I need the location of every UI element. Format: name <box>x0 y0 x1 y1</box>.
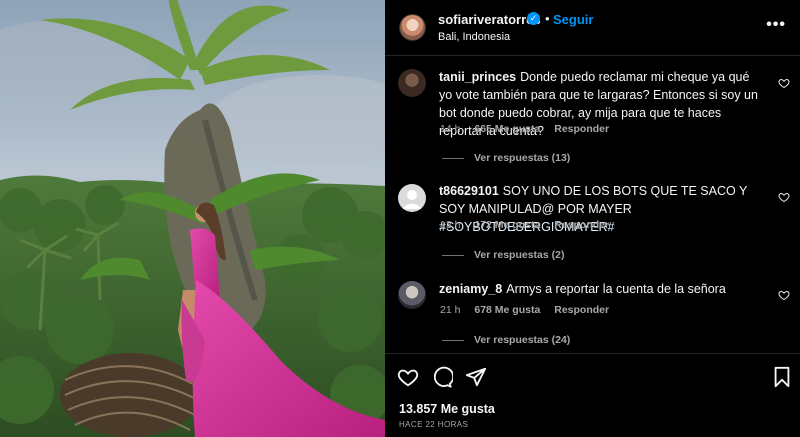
separator-dot: • <box>545 11 550 26</box>
replies-divider <box>442 254 464 256</box>
comment-body: Armys a reportar la cuenta de la señora <box>506 282 726 296</box>
post-actions: 13.857 Me gusta HACE 22 HORAS <box>385 353 800 437</box>
commenter-avatar[interactable] <box>398 184 426 212</box>
comments-list[interactable]: tanii_princes Donde puedo reclamar mi che… <box>385 57 800 352</box>
post-location[interactable]: Bali, Indonesia <box>438 31 510 43</box>
more-options-icon[interactable]: ••• <box>766 16 786 34</box>
commenter-username[interactable]: zeniamy_8 <box>439 282 502 296</box>
replies-divider <box>442 157 464 159</box>
comment-time: 13 h <box>440 219 461 231</box>
comment-meta: 21 h 678 Me gusta Responder <box>440 304 620 316</box>
like-comment-heart-icon[interactable] <box>778 77 790 89</box>
comment-time: 21 h <box>440 304 461 316</box>
comment-text: zeniamy_8 Armys a reportar la cuenta de l… <box>439 280 761 298</box>
post-likes-count[interactable]: 13.857 Me gusta <box>399 402 495 416</box>
reply-button[interactable]: Responder <box>554 123 609 135</box>
comment-meta: 13 h 172 Me gusta Responder <box>440 219 620 231</box>
author-avatar[interactable] <box>399 14 426 41</box>
like-comment-heart-icon[interactable] <box>778 191 790 203</box>
replies-divider <box>442 339 464 341</box>
view-replies-button[interactable]: Ver respuestas (24) <box>442 334 570 346</box>
post-image <box>0 0 385 437</box>
comment-time: 14 h <box>440 123 461 135</box>
comment-likes[interactable]: 678 Me gusta <box>474 304 540 316</box>
author-username[interactable]: sofiariveratorres <box>438 12 541 27</box>
verified-icon: ✓ <box>527 12 540 25</box>
comment-meta: 14 h 665 Me gusta Responder <box>440 123 620 135</box>
view-replies-label: Ver respuestas (24) <box>474 334 571 346</box>
comment-likes[interactable]: 665 Me gusta <box>474 123 540 135</box>
commenter-avatar[interactable] <box>398 281 426 309</box>
commenter-avatar[interactable] <box>398 69 426 97</box>
post-header: sofiariveratorres ✓ • Seguir Bali, Indon… <box>385 0 800 56</box>
view-replies-label: Ver respuestas (13) <box>474 152 571 164</box>
commenter-username[interactable]: tanii_princes <box>439 70 516 84</box>
follow-button[interactable]: Seguir <box>553 12 593 27</box>
post-timestamp[interactable]: HACE 22 HORAS <box>399 420 468 429</box>
commenter-username[interactable]: t86629101 <box>439 184 499 198</box>
view-replies-label: Ver respuestas (2) <box>474 249 565 261</box>
like-comment-heart-icon[interactable] <box>778 289 790 301</box>
share-send-icon[interactable] <box>465 366 487 388</box>
reply-button[interactable]: Responder <box>554 219 609 231</box>
save-bookmark-icon[interactable] <box>771 366 793 388</box>
view-replies-button[interactable]: Ver respuestas (2) <box>442 249 564 261</box>
post-photo[interactable] <box>0 0 385 437</box>
default-avatar-icon <box>402 190 422 209</box>
like-heart-icon[interactable] <box>397 366 419 388</box>
post-panel: sofiariveratorres ✓ • Seguir Bali, Indon… <box>385 0 800 437</box>
comment-likes[interactable]: 172 Me gusta <box>474 219 540 231</box>
view-replies-button[interactable]: Ver respuestas (13) <box>442 152 570 164</box>
reply-button[interactable]: Responder <box>554 304 609 316</box>
comment-bubble-icon[interactable] <box>431 366 453 388</box>
